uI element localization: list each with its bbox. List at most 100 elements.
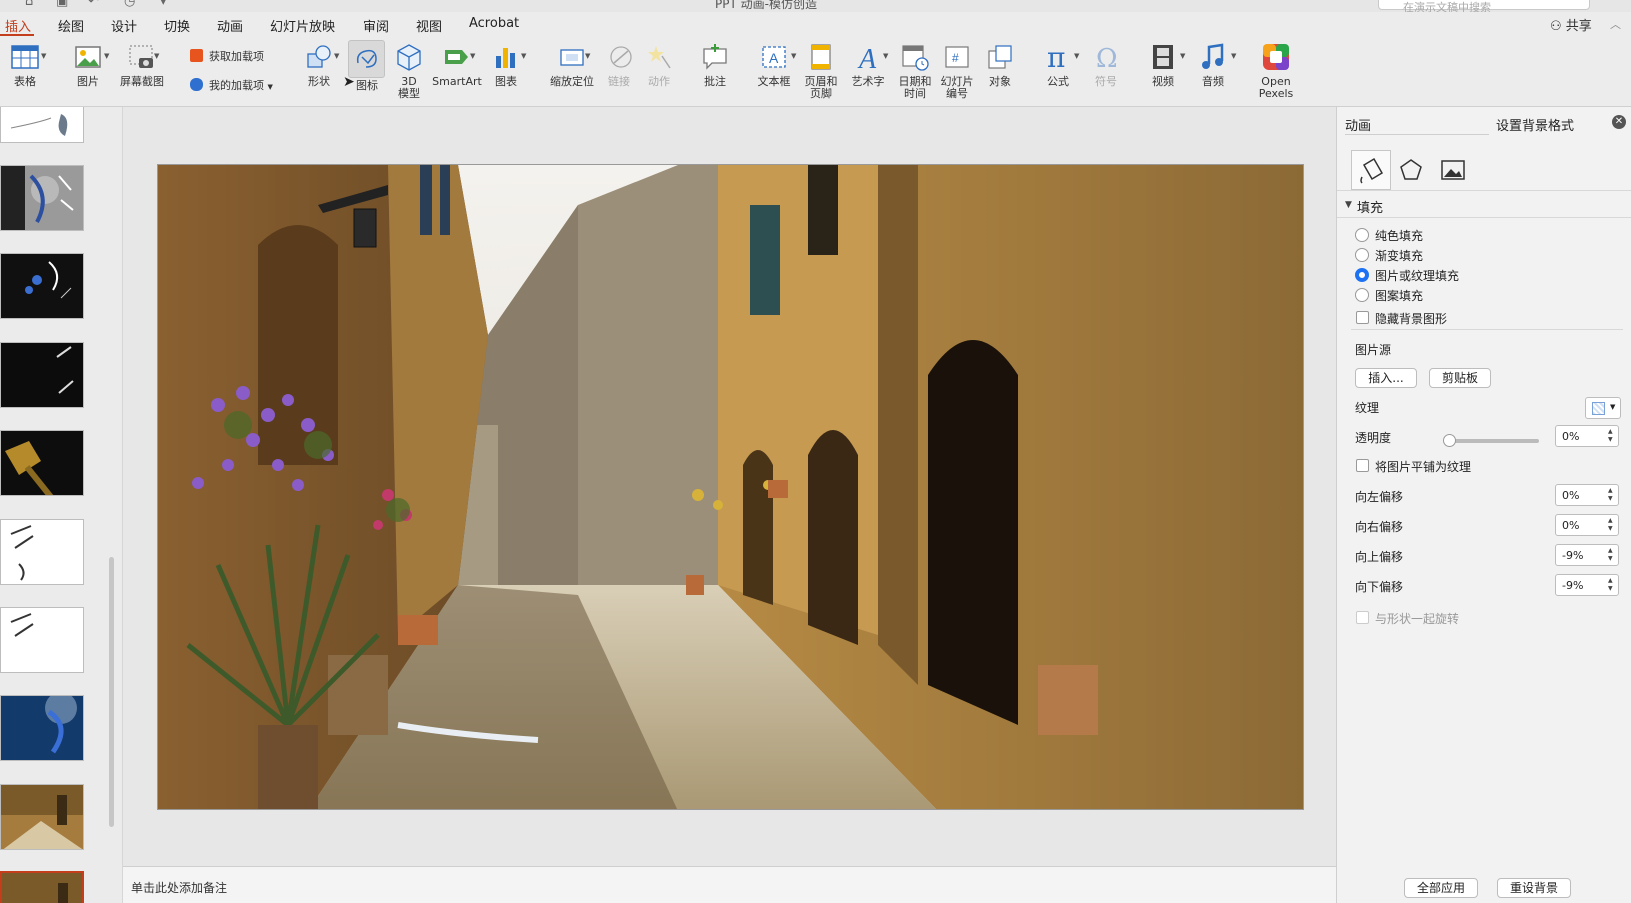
tab-review[interactable]: 审阅 (363, 16, 389, 35)
action-button[interactable]: 动作 (646, 42, 672, 88)
slide-thumbnail[interactable] (0, 695, 84, 761)
history-icon[interactable]: ◷ (124, 0, 135, 9)
close-icon[interactable]: ✕ (1612, 115, 1626, 129)
fill-section-header[interactable]: 填充 (1357, 197, 1383, 216)
effects-category-button[interactable] (1391, 150, 1431, 190)
table-dropdown-icon[interactable]: ▼ (41, 52, 46, 60)
screenshot-dropdown-icon[interactable]: ▼ (154, 52, 159, 60)
slide-thumbnail[interactable] (0, 784, 84, 850)
offset-right-stepper[interactable]: 0% ▲ ▼ (1555, 514, 1619, 536)
offset-bottom-stepper[interactable]: -9% ▲ ▼ (1555, 574, 1619, 596)
thumbnail-scrollbar[interactable] (109, 557, 114, 827)
radio-button-selected[interactable] (1355, 268, 1369, 282)
stepper-arrows-icon[interactable]: ▲ ▼ (1608, 428, 1613, 444)
tile-picture-checkbox[interactable] (1356, 459, 1369, 472)
datetime-button[interactable]: 日期和 时间 (898, 42, 932, 100)
radio-button[interactable] (1355, 228, 1369, 242)
share-button[interactable]: ⚇ 共享 (1550, 15, 1592, 34)
chart-dropdown-icon[interactable]: ▼ (521, 52, 526, 60)
undo-icon[interactable]: ↶ (88, 0, 99, 9)
save-icon[interactable]: ▣ (56, 0, 68, 9)
stepper-arrows-icon[interactable]: ▲ ▼ (1608, 487, 1613, 503)
shapes-button[interactable]: 形状 (302, 42, 336, 88)
slide-thumbnail[interactable] (0, 519, 84, 585)
video-button[interactable]: 视频 (1148, 42, 1178, 88)
my-addins-button[interactable]: 我的加载项 ▼ (190, 77, 273, 93)
search-input[interactable]: 在演示文稿中搜索 (1378, 0, 1590, 12)
textbox-dropdown-icon[interactable]: ▼ (791, 52, 796, 60)
clipboard-button[interactable]: 剪贴板 (1429, 368, 1491, 388)
collapse-triangle-icon[interactable]: ▼ (1345, 200, 1352, 210)
stepper-arrows-icon[interactable]: ▲ ▼ (1608, 517, 1613, 533)
3d-models-button[interactable]: 3D 模型 (394, 42, 424, 100)
transparency-slider-handle[interactable] (1443, 434, 1456, 447)
wordart-dropdown-icon[interactable]: ▼ (883, 52, 888, 60)
fill-category-button[interactable] (1351, 150, 1391, 190)
smartart-button[interactable]: SmartArt (432, 42, 482, 88)
tab-acrobat[interactable]: Acrobat (469, 16, 519, 31)
video-dropdown-icon[interactable]: ▼ (1180, 52, 1185, 60)
textbox-button[interactable]: A 文本框 (755, 42, 793, 88)
picture-category-button[interactable] (1433, 150, 1473, 190)
panel-tab-format-background[interactable]: 设置背景格式 (1490, 111, 1610, 135)
hide-bg-graphics-checkbox[interactable] (1356, 311, 1369, 324)
home-icon[interactable]: ⌂ (25, 0, 33, 9)
equation-button[interactable]: π 公式 (1040, 42, 1076, 88)
slide-canvas[interactable] (157, 164, 1304, 810)
texture-dropdown[interactable]: ▼ (1585, 397, 1621, 419)
tab-design[interactable]: 设计 (111, 16, 137, 35)
smartart-dropdown-icon[interactable]: ▼ (470, 52, 475, 60)
header-footer-button[interactable]: 页眉和 页脚 (803, 42, 839, 100)
object-button[interactable]: 对象 (983, 42, 1017, 88)
rotate-with-shape-checkbox[interactable] (1356, 611, 1369, 624)
equation-dropdown-icon[interactable]: ▼ (1074, 52, 1079, 60)
transparency-stepper[interactable]: 0% ▲ ▼ (1555, 425, 1619, 447)
apply-to-all-button[interactable]: 全部应用 (1404, 878, 1478, 898)
reset-background-button[interactable]: 重设背景 (1497, 878, 1571, 898)
wordart-button[interactable]: A 艺术字 (851, 42, 885, 88)
tab-view[interactable]: 视图 (416, 16, 442, 35)
radio-button[interactable] (1355, 288, 1369, 302)
icons-button[interactable] (348, 40, 385, 78)
link-button[interactable]: 链接 (606, 42, 632, 88)
audio-dropdown-icon[interactable]: ▼ (1231, 52, 1236, 60)
slide-thumbnail[interactable] (0, 165, 84, 231)
symbol-button[interactable]: Ω 符号 (1090, 42, 1122, 88)
offset-top-stepper[interactable]: -9% ▲ ▼ (1555, 544, 1619, 566)
chart-button[interactable]: 图表 (490, 42, 522, 88)
slide-thumbnail[interactable] (0, 107, 84, 143)
comment-button[interactable]: 批注 (700, 42, 730, 88)
zoom-dropdown-icon[interactable]: ▼ (585, 52, 590, 60)
slide-thumbnail[interactable] (0, 430, 84, 496)
notes-pane[interactable]: 单击此处添加备注 (123, 866, 1336, 903)
tab-animations[interactable]: 动画 (217, 16, 243, 35)
panel-tab-animation[interactable]: 动画 (1345, 111, 1489, 135)
get-addins-button[interactable]: 获取加载项 (190, 48, 264, 64)
customize-qat-icon[interactable]: ▾ (160, 0, 167, 9)
tab-transitions[interactable]: 切换 (164, 16, 190, 35)
transparency-slider[interactable] (1447, 439, 1539, 443)
shapes-dropdown-icon[interactable]: ▼ (334, 52, 339, 60)
table-button[interactable]: 表格 (8, 42, 42, 88)
radio-button[interactable] (1355, 248, 1369, 262)
slide-thumbnail[interactable] (0, 607, 84, 673)
tab-draw[interactable]: 绘图 (58, 16, 84, 35)
collapse-ribbon-icon[interactable]: ︿ (1610, 16, 1621, 32)
tab-insert[interactable]: 插入 (5, 16, 31, 35)
stepper-arrows-icon[interactable]: ▲ ▼ (1608, 577, 1613, 593)
stepper-arrows-icon[interactable]: ▲ ▼ (1608, 547, 1613, 563)
offset-left-stepper[interactable]: 0% ▲ ▼ (1555, 484, 1619, 506)
picture-button[interactable]: 图片 (70, 42, 106, 88)
slide-thumbnail[interactable] (0, 342, 84, 408)
screenshot-button[interactable]: 屏幕截图 (118, 42, 166, 88)
insert-picture-button[interactable]: 插入... (1355, 368, 1417, 388)
picture-dropdown-icon[interactable]: ▼ (104, 52, 109, 60)
slide-thumbnail-selected[interactable] (0, 871, 84, 903)
open-pexels-button[interactable]: Open Pexels (1256, 42, 1296, 100)
audio-button[interactable]: 音频 (1198, 42, 1228, 88)
tab-slideshow[interactable]: 幻灯片放映 (270, 16, 335, 35)
zoom-button[interactable]: 缩放定位 (548, 42, 596, 88)
my-addins-dropdown-icon[interactable]: ▼ (268, 83, 273, 91)
slide-thumbnail[interactable] (0, 253, 84, 319)
slide-number-button[interactable]: # 幻灯片 编号 (940, 42, 974, 100)
